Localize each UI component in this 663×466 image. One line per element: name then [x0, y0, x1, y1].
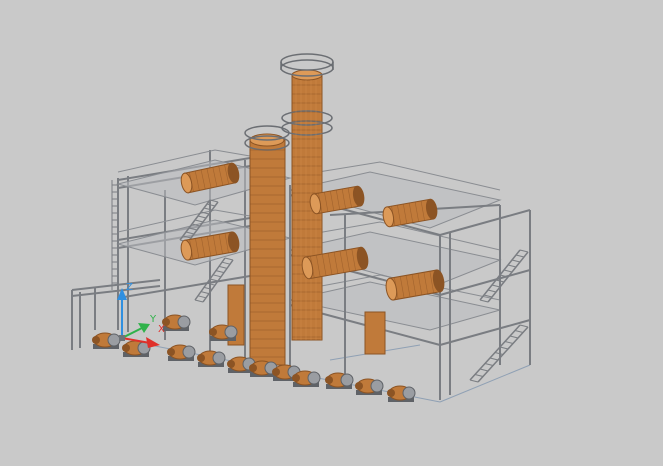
pump	[325, 372, 354, 389]
model-canvas[interactable]: Z X Y	[0, 0, 663, 466]
pump	[162, 314, 191, 331]
ucs-x-label: X	[158, 324, 165, 335]
pump	[249, 360, 278, 377]
pump	[209, 324, 238, 341]
pump	[387, 385, 416, 402]
ucs-z-label: Z	[126, 282, 133, 293]
column-small-center	[364, 311, 386, 355]
pump	[167, 344, 196, 361]
pump	[355, 378, 384, 395]
model-viewport[interactable]: Z X Y	[0, 0, 663, 466]
pump	[122, 340, 151, 357]
pump	[92, 332, 121, 349]
pump	[292, 370, 321, 387]
pump	[197, 350, 226, 367]
ucs-y-label: Y	[149, 314, 157, 325]
